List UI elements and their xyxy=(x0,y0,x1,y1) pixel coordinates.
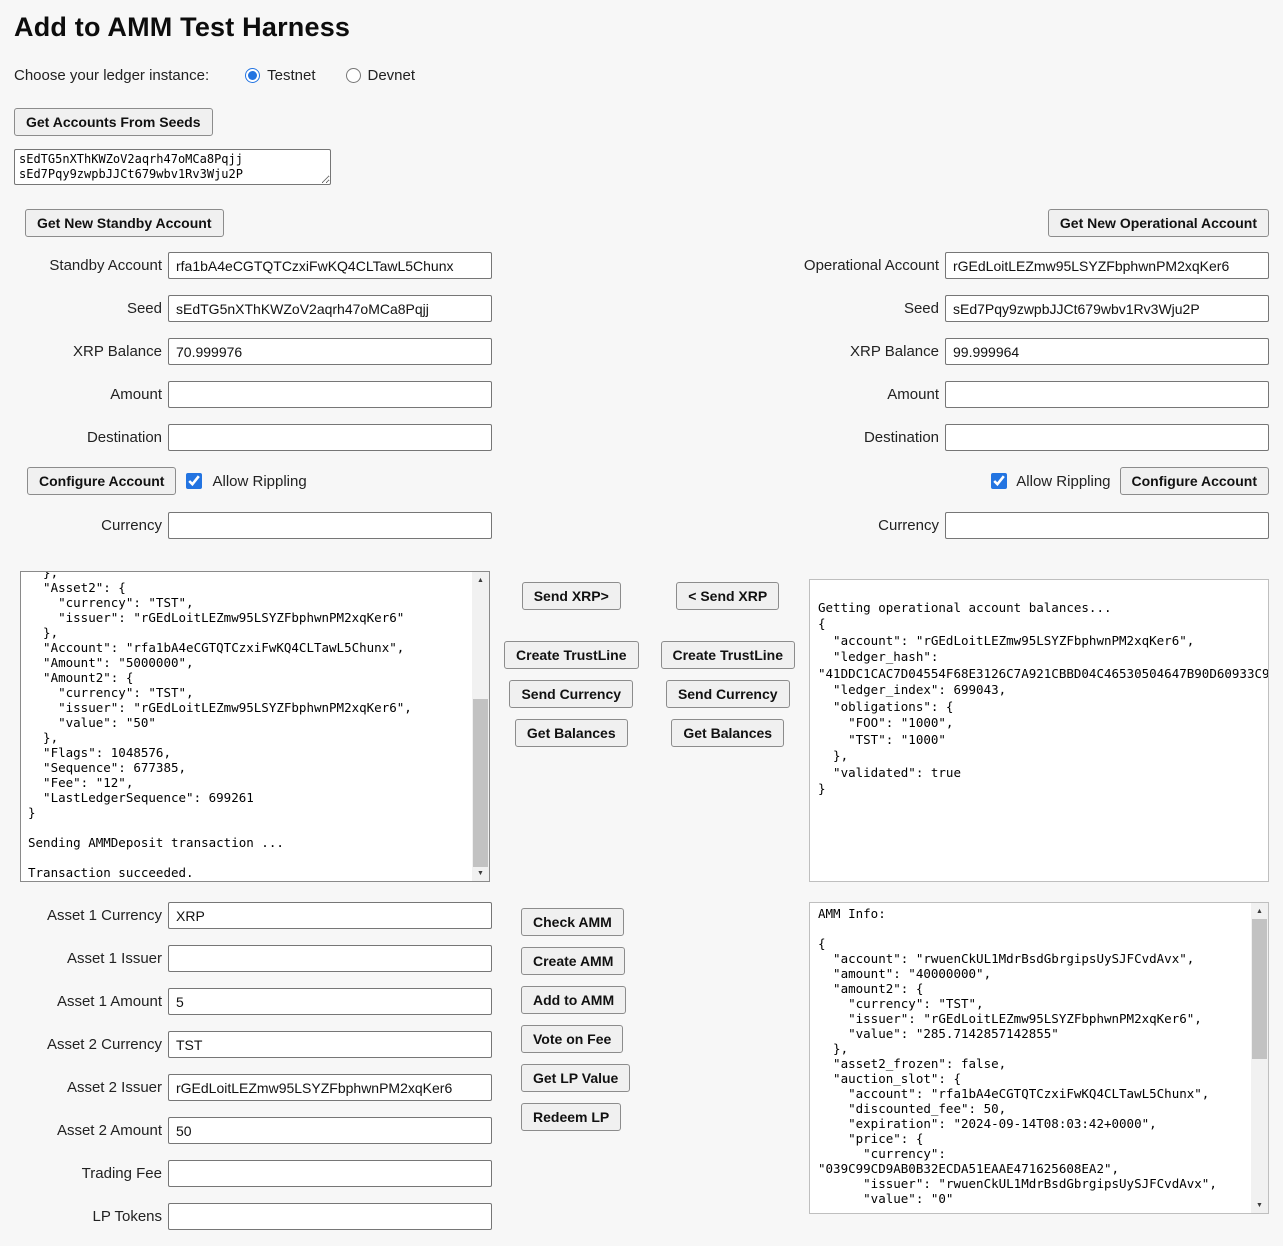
standby-currency-label: Currency xyxy=(14,517,168,534)
asset1-amount-label: Asset 1 Amount xyxy=(14,993,168,1010)
amm-info-text: AMM Info: { "account": "rwuenCkUL1MdrBsd… xyxy=(810,903,1268,1209)
operational-allow-rippling-label: Allow Rippling xyxy=(1016,473,1110,490)
standby-xrp-balance-input[interactable] xyxy=(168,338,492,365)
send-xrp-to-operational-button[interactable]: Send XRP> xyxy=(522,582,621,610)
redeem-lp-button[interactable]: Redeem LP xyxy=(521,1103,621,1131)
amm-info-scrollbar[interactable]: ▲ ▼ xyxy=(1251,903,1268,1213)
standby-create-trustline-button[interactable]: Create TrustLine xyxy=(504,641,638,669)
standby-send-currency-button[interactable]: Send Currency xyxy=(509,680,633,708)
operational-account-input[interactable] xyxy=(945,252,1269,279)
operational-results-text: Getting operational account balances... … xyxy=(810,580,1268,801)
standby-seed-label: Seed xyxy=(14,300,168,317)
standby-allow-rippling-checkbox[interactable] xyxy=(186,473,202,489)
operational-amount-label: Amount xyxy=(769,386,945,403)
standby-seed-input[interactable] xyxy=(168,295,492,322)
operational-account-column: Get New Operational Account Operational … xyxy=(769,209,1269,555)
accounts-section: Get New Standby Account Standby Account … xyxy=(14,209,1269,555)
operational-xrp-balance-input[interactable] xyxy=(945,338,1269,365)
asset2-issuer-input[interactable] xyxy=(168,1074,492,1101)
seeds-textarea[interactable]: sEdTG5nXThKWZoV2aqrh47oMCa8Pqjj sEd7Pqy9… xyxy=(14,149,331,185)
operational-destination-label: Destination xyxy=(769,429,945,446)
operational-currency-label: Currency xyxy=(769,517,945,534)
asset1-amount-input[interactable] xyxy=(168,988,492,1015)
asset1-issuer-label: Asset 1 Issuer xyxy=(14,950,168,967)
scrollbar-thumb[interactable] xyxy=(473,699,488,867)
operational-currency-input[interactable] xyxy=(945,512,1269,539)
transfer-buttons-area: Send XRP> Create TrustLine Send Currency… xyxy=(490,571,809,882)
get-lp-value-button[interactable]: Get LP Value xyxy=(521,1064,630,1092)
standby-currency-input[interactable] xyxy=(168,512,492,539)
add-to-amm-button[interactable]: Add to AMM xyxy=(521,986,626,1014)
standby-transfer-buttons: Send XRP> Create TrustLine Send Currency… xyxy=(504,582,638,882)
devnet-radio[interactable] xyxy=(346,68,361,83)
operational-allow-rippling-checkbox[interactable] xyxy=(991,473,1007,489)
standby-results-textarea[interactable]: }, "Asset2": { "currency": "TST", "issue… xyxy=(20,571,490,882)
amm-buttons-column: Check AMM Create AMM Add to AMM Vote on … xyxy=(492,902,809,1246)
scroll-up-icon[interactable]: ▲ xyxy=(1251,903,1268,919)
operational-account-label: Operational Account xyxy=(769,257,945,274)
amm-section: Asset 1 Currency Asset 1 Issuer Asset 1 … xyxy=(14,902,1269,1246)
get-new-operational-account-button[interactable]: Get New Operational Account xyxy=(1048,209,1269,237)
standby-account-input[interactable] xyxy=(168,252,492,279)
check-amm-button[interactable]: Check AMM xyxy=(521,908,624,936)
asset1-currency-label: Asset 1 Currency xyxy=(14,907,168,924)
lp-tokens-input[interactable] xyxy=(168,1203,492,1230)
vote-on-fee-button[interactable]: Vote on Fee xyxy=(521,1025,623,1053)
ledger-instance-label: Choose your ledger instance: xyxy=(14,67,209,84)
asset2-currency-label: Asset 2 Currency xyxy=(14,1036,168,1053)
standby-get-balances-button[interactable]: Get Balances xyxy=(515,719,628,747)
trading-fee-label: Trading Fee xyxy=(14,1165,168,1182)
ledger-instance-row: Choose your ledger instance: Testnet Dev… xyxy=(14,67,1269,84)
operational-results-textarea[interactable]: Getting operational account balances... … xyxy=(809,579,1269,882)
get-new-standby-account-button[interactable]: Get New Standby Account xyxy=(25,209,224,237)
standby-allow-rippling-label: Allow Rippling xyxy=(212,473,306,490)
scroll-up-icon[interactable]: ▲ xyxy=(472,572,489,588)
devnet-radio-label: Devnet xyxy=(368,67,416,84)
asset1-currency-input[interactable] xyxy=(168,902,492,929)
scroll-down-icon[interactable]: ▼ xyxy=(1251,1197,1268,1213)
standby-destination-input[interactable] xyxy=(168,424,492,451)
scrollbar-thumb[interactable] xyxy=(1252,919,1267,1059)
standby-account-column: Get New Standby Account Standby Account … xyxy=(14,209,492,555)
operational-seed-label: Seed xyxy=(769,300,945,317)
standby-configure-account-button[interactable]: Configure Account xyxy=(27,467,176,495)
trading-fee-input[interactable] xyxy=(168,1160,492,1187)
amm-fields-column: Asset 1 Currency Asset 1 Issuer Asset 1 … xyxy=(14,902,492,1246)
operational-seed-input[interactable] xyxy=(945,295,1269,322)
standby-xrp-balance-label: XRP Balance xyxy=(14,343,168,360)
asset2-issuer-label: Asset 2 Issuer xyxy=(14,1079,168,1096)
operational-create-trustline-button[interactable]: Create TrustLine xyxy=(661,641,795,669)
asset2-currency-input[interactable] xyxy=(168,1031,492,1058)
scroll-down-icon[interactable]: ▼ xyxy=(472,865,489,881)
amm-test-harness-page: Add to AMM Test Harness Choose your ledg… xyxy=(0,0,1283,1246)
send-xrp-to-standby-button[interactable]: < Send XRP xyxy=(676,582,779,610)
page-title: Add to AMM Test Harness xyxy=(14,12,1269,43)
standby-amount-label: Amount xyxy=(14,386,168,403)
asset2-amount-input[interactable] xyxy=(168,1117,492,1144)
operational-get-balances-button[interactable]: Get Balances xyxy=(671,719,784,747)
standby-results-scrollbar[interactable]: ▲ ▼ xyxy=(472,572,489,881)
results-section: }, "Asset2": { "currency": "TST", "issue… xyxy=(14,571,1269,882)
asset2-amount-label: Asset 2 Amount xyxy=(14,1122,168,1139)
operational-amount-input[interactable] xyxy=(945,381,1269,408)
asset1-issuer-input[interactable] xyxy=(168,945,492,972)
amm-info-textarea[interactable]: AMM Info: { "account": "rwuenCkUL1MdrBsd… xyxy=(809,902,1269,1214)
standby-results-text: }, "Asset2": { "currency": "TST", "issue… xyxy=(21,571,489,882)
operational-xrp-balance-label: XRP Balance xyxy=(769,343,945,360)
create-amm-button[interactable]: Create AMM xyxy=(521,947,625,975)
operational-destination-input[interactable] xyxy=(945,424,1269,451)
operational-transfer-buttons: < Send XRP Create TrustLine Send Currenc… xyxy=(661,582,795,882)
standby-destination-label: Destination xyxy=(14,429,168,446)
lp-tokens-label: LP Tokens xyxy=(14,1208,168,1225)
testnet-radio[interactable] xyxy=(245,68,260,83)
standby-account-label: Standby Account xyxy=(14,257,168,274)
operational-send-currency-button[interactable]: Send Currency xyxy=(666,680,790,708)
get-accounts-from-seeds-button[interactable]: Get Accounts From Seeds xyxy=(14,108,213,136)
ledger-radio-group: Testnet Devnet xyxy=(245,67,415,84)
standby-amount-input[interactable] xyxy=(168,381,492,408)
operational-configure-account-button[interactable]: Configure Account xyxy=(1120,467,1269,495)
testnet-radio-label: Testnet xyxy=(267,67,315,84)
